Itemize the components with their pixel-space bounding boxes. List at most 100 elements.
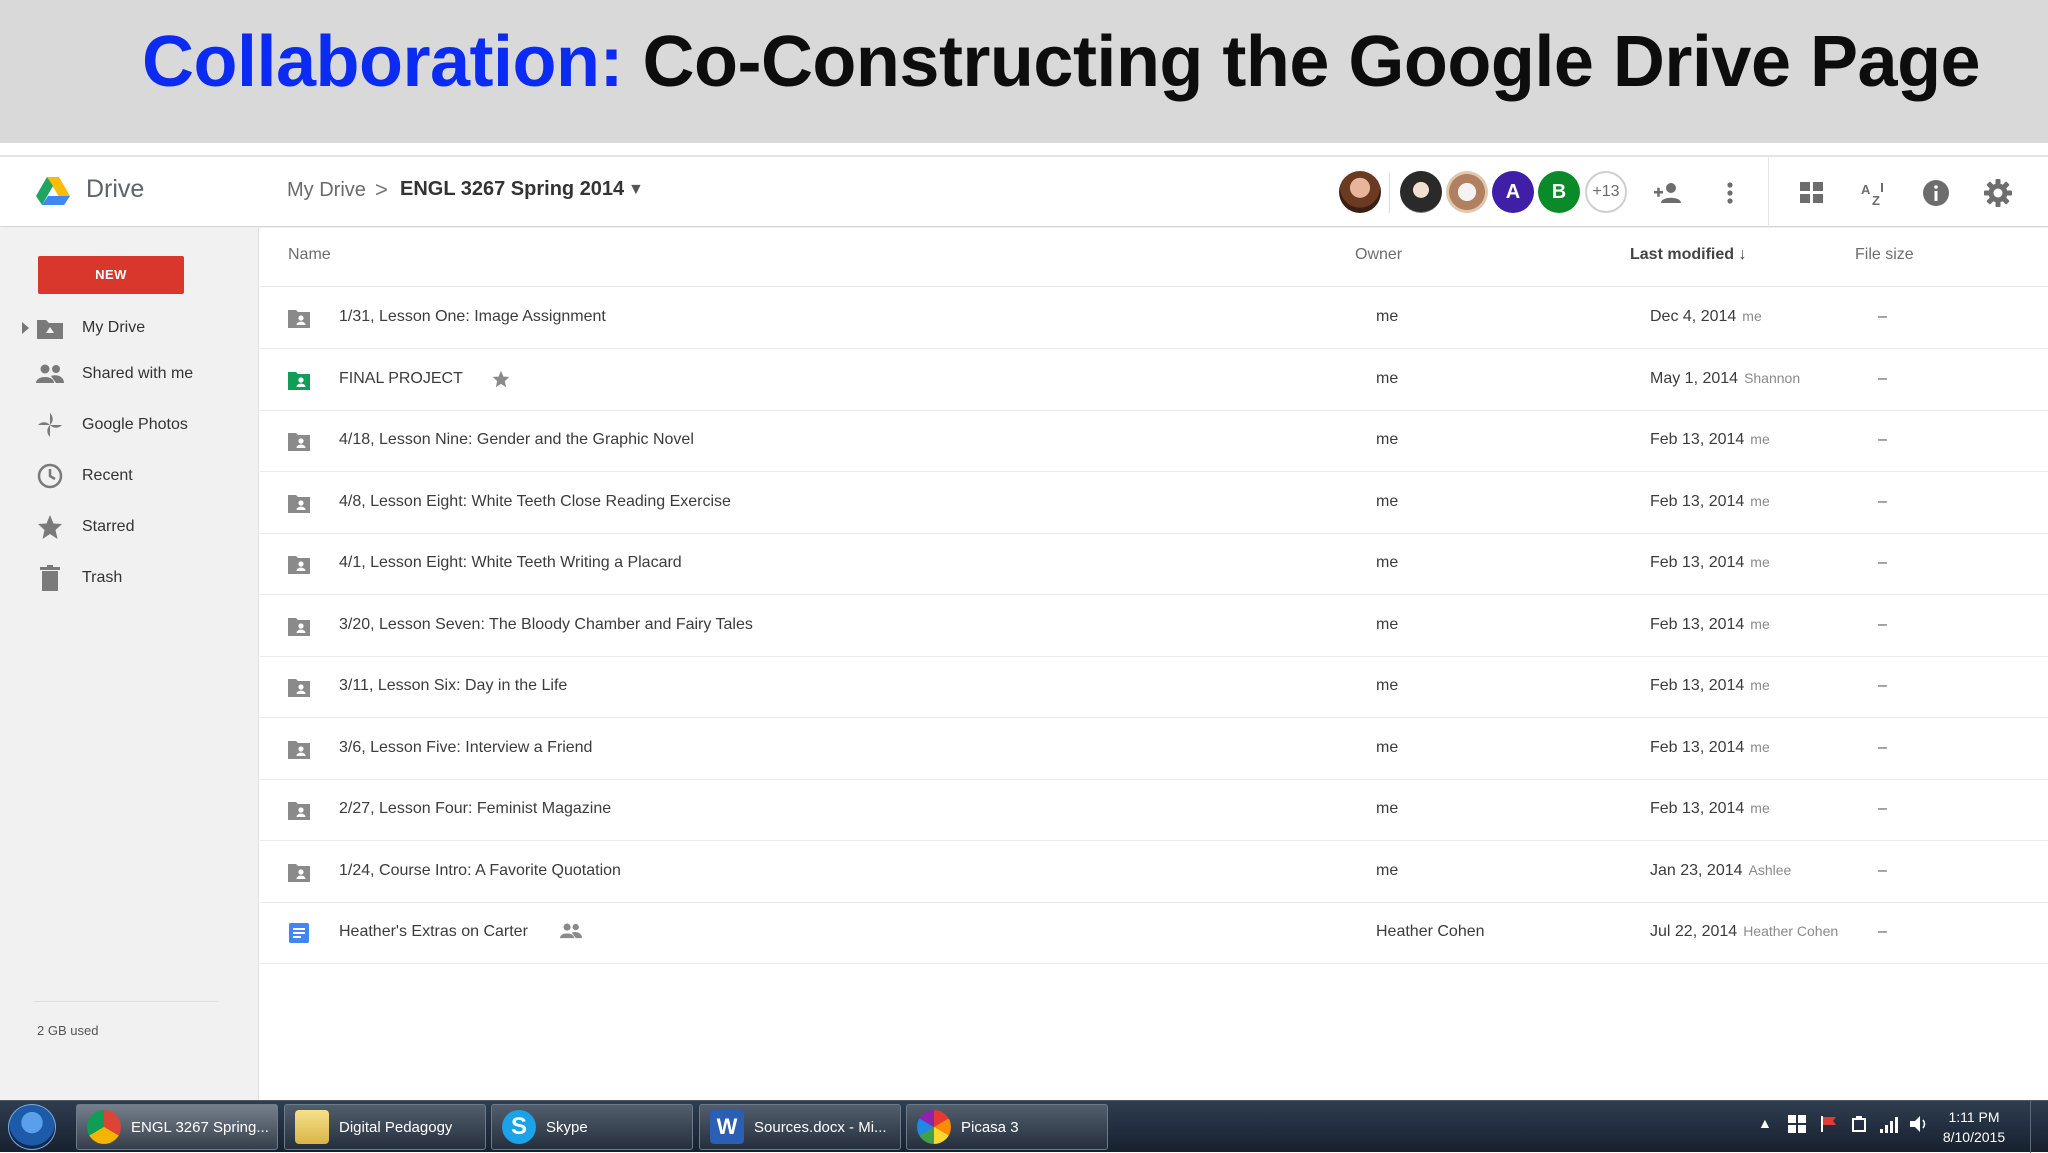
file-name[interactable]: 4/8, Lesson Eight: White Teeth Close Rea… bbox=[339, 493, 731, 511]
info-icon[interactable] bbox=[1916, 173, 1956, 213]
shared-folder-icon bbox=[288, 433, 310, 451]
sidebar-item-shared-with-me[interactable]: Shared with me bbox=[0, 354, 258, 394]
table-row[interactable]: Heather's Extras on Carter Heather Cohen J… bbox=[260, 903, 2048, 964]
star-icon bbox=[36, 513, 64, 541]
show-desktop-button[interactable] bbox=[2030, 1101, 2048, 1153]
avatar-letter-b[interactable]: B bbox=[1538, 171, 1580, 213]
shared-folder-icon bbox=[288, 740, 310, 759]
table-row[interactable]: 3/20, Lesson Seven: The Bloody Chamber a… bbox=[260, 596, 2048, 657]
sort-az-icon[interactable]: A Z bbox=[1854, 173, 1894, 213]
network-signal-icon[interactable] bbox=[1880, 1115, 1900, 1136]
windows-taskbar: ENGL 3267 Spring... Digital Pedagogy S S… bbox=[0, 1100, 2048, 1153]
sidebar-item-trash[interactable]: Trash bbox=[0, 558, 258, 598]
taskbar-item-label: Digital Pedagogy bbox=[339, 1118, 453, 1136]
shared-folder-icon bbox=[288, 617, 310, 636]
new-button[interactable]: NEW bbox=[38, 256, 184, 294]
modified-date: Feb 13, 2014 bbox=[1650, 492, 1745, 510]
avatar[interactable] bbox=[1446, 171, 1488, 213]
folder-icon bbox=[295, 1110, 329, 1144]
avatar-divider bbox=[1389, 173, 1390, 213]
file-owner: me bbox=[1376, 492, 1399, 510]
app-name[interactable]: Drive bbox=[86, 175, 144, 204]
shared-folder-icon bbox=[288, 802, 310, 820]
file-name[interactable]: 1/24, Course Intro: A Favorite Quotation bbox=[339, 862, 621, 880]
windows-flag-icon[interactable] bbox=[1788, 1115, 1806, 1136]
more-collaborators-badge[interactable]: +13 bbox=[1585, 171, 1627, 213]
sidebar-item-my-drive[interactable]: My Drive bbox=[0, 308, 258, 348]
taskbar-item-digital-pedagogy[interactable]: Digital Pedagogy bbox=[284, 1104, 486, 1150]
table-row[interactable]: 1/24, Course Intro: A Favorite Quotation… bbox=[260, 842, 2048, 903]
last-modified: Feb 13, 2014 me bbox=[1650, 616, 1770, 634]
file-owner: me bbox=[1376, 615, 1399, 633]
table-row[interactable]: 4/8, Lesson Eight: White Teeth Close Rea… bbox=[260, 473, 2048, 534]
modified-by: me bbox=[1750, 677, 1770, 693]
table-row[interactable]: 4/1, Lesson Eight: White Teeth Writing a… bbox=[260, 534, 2048, 595]
grid-view-icon[interactable] bbox=[1792, 173, 1832, 213]
show-hidden-icons-icon[interactable]: ▲ bbox=[1758, 1115, 1772, 1131]
more-options-icon[interactable] bbox=[1710, 173, 1750, 213]
table-row[interactable]: 3/11, Lesson Six: Day in the Life me Feb 1… bbox=[260, 657, 2048, 718]
add-person-icon[interactable] bbox=[1648, 173, 1688, 213]
breadcrumb-current-folder[interactable]: ENGL 3267 Spring 2014 bbox=[400, 178, 624, 201]
avatar[interactable] bbox=[1339, 171, 1381, 213]
file-name[interactable]: 3/20, Lesson Seven: The Bloody Chamber a… bbox=[339, 616, 753, 634]
sidebar-item-starred[interactable]: Starred bbox=[0, 507, 258, 547]
last-modified: Feb 13, 2014 me bbox=[1650, 800, 1770, 818]
column-header-owner[interactable]: Owner bbox=[1355, 246, 1402, 264]
drive-logo-icon[interactable] bbox=[36, 177, 70, 205]
slide-title-rest: Co-Constructing the Google Drive Page bbox=[642, 22, 1981, 102]
file-name[interactable]: 1/31, Lesson One: Image Assignment bbox=[339, 308, 606, 326]
file-owner: me bbox=[1376, 738, 1399, 756]
breadcrumb-dropdown-icon[interactable]: ▼ bbox=[628, 181, 644, 199]
taskbar-item-chrome[interactable]: ENGL 3267 Spring... bbox=[76, 1104, 278, 1150]
file-name[interactable]: 4/18, Lesson Nine: Gender and the Graphi… bbox=[339, 431, 694, 449]
modified-by: Shannon bbox=[1744, 369, 1801, 386]
taskbar-item-label: Sources.docx - Mi... bbox=[754, 1118, 887, 1136]
modified-date: Jul 22, 2014 bbox=[1650, 923, 1738, 940]
table-row[interactable]: 4/18, Lesson Nine: Gender and the Graphi… bbox=[260, 411, 2048, 472]
settings-gear-icon[interactable] bbox=[1978, 173, 2018, 213]
power-icon[interactable] bbox=[1850, 1115, 1868, 1136]
clock-icon bbox=[36, 462, 64, 490]
table-row[interactable]: 1/31, Lesson One: Image Assignment me Dec … bbox=[260, 288, 2048, 349]
star-icon[interactable] bbox=[492, 370, 512, 390]
file-name[interactable]: 4/1, Lesson Eight: White Teeth Writing a… bbox=[339, 554, 682, 572]
start-button[interactable] bbox=[8, 1104, 56, 1150]
file-name[interactable]: 3/6, Lesson Five: Interview a Friend bbox=[339, 739, 592, 757]
sidebar-item-recent[interactable]: Recent bbox=[0, 456, 258, 496]
slide-title: Collaboration: Co-Constructing the Googl… bbox=[142, 20, 1981, 104]
taskbar-item-word[interactable]: W Sources.docx - Mi... bbox=[699, 1104, 901, 1150]
column-header-file-size[interactable]: File size bbox=[1855, 246, 1914, 264]
sidebar-item-label: Trash bbox=[82, 569, 123, 586]
file-name[interactable]: FINAL PROJECT bbox=[339, 370, 463, 388]
column-header-name[interactable]: Name bbox=[288, 246, 331, 264]
avatar-letter-a[interactable]: A bbox=[1492, 171, 1534, 213]
file-name[interactable]: Heather's Extras on Carter bbox=[339, 923, 528, 941]
last-modified: Feb 13, 2014 me bbox=[1650, 554, 1770, 572]
file-name[interactable]: 2/27, Lesson Four: Feminist Magazine bbox=[339, 800, 611, 818]
storage-divider bbox=[34, 1001, 218, 1002]
file-size: – bbox=[1878, 861, 1887, 879]
file-name[interactable]: 3/11, Lesson Six: Day in the Life bbox=[339, 677, 567, 695]
last-modified: May 1, 2014 Shannon bbox=[1650, 370, 1800, 388]
column-header-last-modified[interactable]: Last modified ↓ bbox=[1630, 246, 1746, 264]
shared-folder-icon bbox=[288, 371, 310, 390]
taskbar-item-picasa[interactable]: Picasa 3 bbox=[906, 1104, 1108, 1150]
volume-icon[interactable] bbox=[1910, 1115, 1928, 1136]
table-row[interactable]: FINAL PROJECT me May 1, 2014 Shannon – bbox=[260, 350, 2048, 411]
taskbar-item-skype[interactable]: S Skype bbox=[491, 1104, 693, 1150]
file-owner: me bbox=[1376, 677, 1399, 694]
breadcrumb-my-drive[interactable]: My Drive bbox=[287, 179, 366, 202]
expand-arrow-icon[interactable] bbox=[22, 322, 29, 334]
table-row[interactable]: 3/6, Lesson Five: Interview a Friend me Fe… bbox=[260, 719, 2048, 780]
action-center-flag-icon[interactable] bbox=[1820, 1115, 1838, 1136]
storage-usage[interactable]: 2 GB used bbox=[37, 1023, 98, 1038]
avatar[interactable] bbox=[1400, 171, 1442, 213]
modified-by: me bbox=[1750, 431, 1770, 447]
modified-date: Jan 23, 2014 bbox=[1650, 861, 1743, 879]
svg-text:Z: Z bbox=[1872, 193, 1880, 206]
shared-folder-icon bbox=[288, 310, 310, 328]
sidebar-item-google-photos[interactable]: Google Photos bbox=[0, 405, 258, 445]
system-clock[interactable]: 1:11 PM 8/10/2015 bbox=[1930, 1107, 2018, 1147]
table-row[interactable]: 2/27, Lesson Four: Feminist Magazine me Fe… bbox=[260, 780, 2048, 841]
